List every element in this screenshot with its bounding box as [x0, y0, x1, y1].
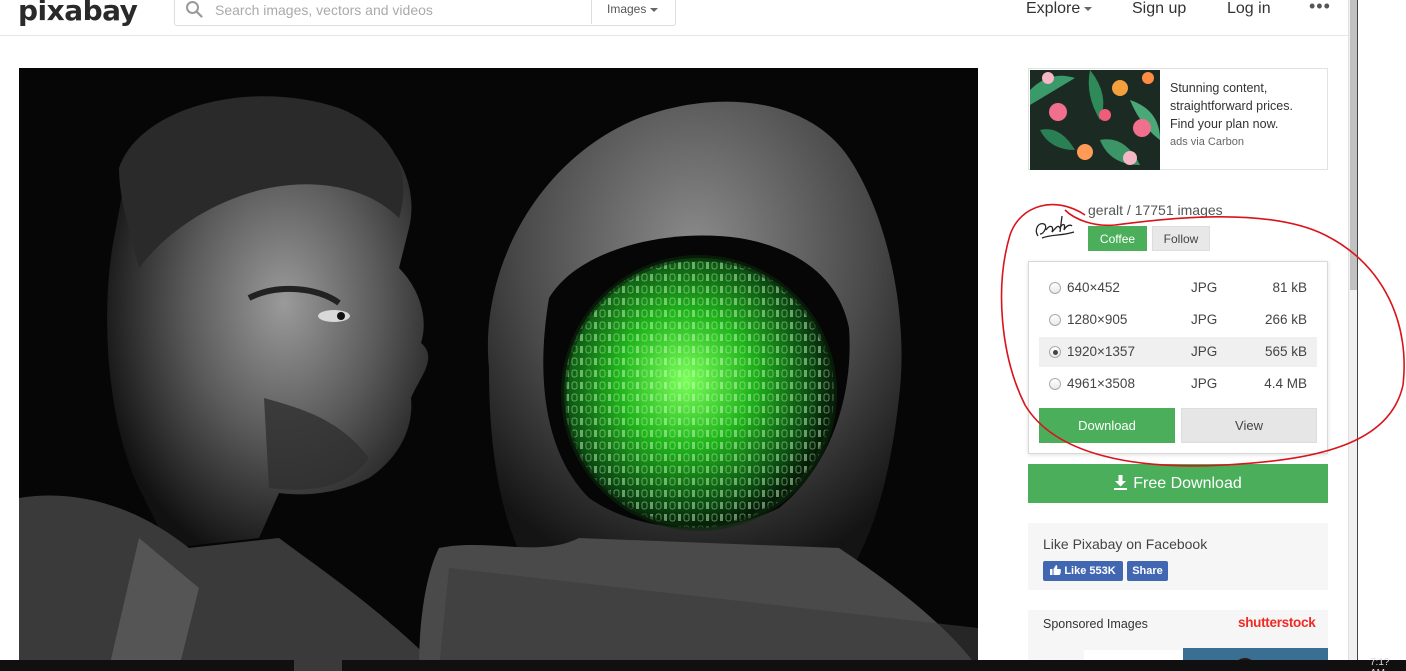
ad-text[interactable]: Stunning content, straightforward prices…: [1170, 79, 1320, 133]
main-image-illustration: [19, 68, 978, 668]
carbon-ad[interactable]: Stunning content, straightforward prices…: [1028, 68, 1328, 170]
facebook-like-button[interactable]: Like 553K: [1043, 561, 1123, 581]
coffee-button[interactable]: Coffee: [1088, 226, 1147, 251]
main-image[interactable]: [19, 68, 978, 668]
pixabay-logo[interactable]: pixabay: [18, 0, 138, 27]
taskbar-app-button[interactable]: [294, 660, 342, 671]
search-input[interactable]: [215, 0, 585, 21]
resolution-label: 1920×1357: [1067, 344, 1135, 359]
free-download-button[interactable]: Free Download: [1028, 464, 1328, 503]
download-button[interactable]: Download: [1039, 408, 1175, 443]
resolution-label: 4961×3508: [1067, 376, 1135, 391]
os-taskbar: 7:1? AM: [0, 657, 1406, 671]
shutterstock-logo[interactable]: shutterstock: [1238, 615, 1316, 630]
size-label: 81 kB: [1272, 280, 1307, 295]
resolution-label: 1280×905: [1067, 312, 1128, 327]
download-arrow-icon: [1114, 474, 1128, 490]
size-label: 266 kB: [1264, 312, 1307, 327]
resolution-radio[interactable]: [1049, 282, 1061, 294]
tropical-pattern-image: [1030, 70, 1160, 170]
size-label: 4.4 MB: [1264, 376, 1307, 391]
thumbs-up-icon: [1050, 565, 1062, 575]
user-info[interactable]: geralt / 17751 images: [1088, 202, 1223, 218]
download-panel: 640×452 JPG 81 kB 1280×905 JPG 266 kB 19…: [1028, 261, 1328, 454]
facebook-share-button[interactable]: Share: [1127, 561, 1168, 581]
follow-button[interactable]: Follow: [1152, 226, 1210, 251]
facebook-text: Like Pixabay on Facebook: [1043, 536, 1208, 552]
taskbar-clock: 7:1? AM: [1370, 657, 1390, 671]
download-option-row-selected[interactable]: 1920×1357 JPG 565 kB: [1039, 337, 1317, 367]
ad-via-link[interactable]: ads via Carbon: [1170, 136, 1244, 148]
nav-signup[interactable]: Sign up: [1132, 0, 1186, 18]
more-menu-icon[interactable]: •••: [1309, 0, 1331, 17]
free-download-label: Free Download: [1133, 474, 1242, 492]
nav-explore[interactable]: Explore: [1026, 0, 1093, 18]
nav-login[interactable]: Log in: [1227, 0, 1271, 18]
page: pixabay Images Explore Sign up Log in ••…: [0, 0, 1406, 671]
resolution-radio-selected[interactable]: [1049, 346, 1061, 358]
chevron-down-icon: [650, 7, 659, 12]
user-signature-avatar[interactable]: [1032, 210, 1076, 246]
size-label: 565 kB: [1264, 344, 1307, 359]
nav-explore-label: Explore: [1026, 0, 1081, 17]
sponsored-title: Sponsored Images: [1043, 617, 1148, 631]
facebook-box: Like Pixabay on Facebook Like 553K Share: [1028, 523, 1328, 590]
search-bar: Images: [174, 0, 676, 26]
view-button[interactable]: View: [1181, 408, 1317, 443]
resolution-radio[interactable]: [1049, 378, 1061, 390]
resolution-radio[interactable]: [1049, 314, 1061, 326]
chevron-down-icon: [1084, 6, 1093, 11]
search-type-dropdown[interactable]: Images: [591, 0, 677, 24]
format-label: JPG: [1191, 376, 1218, 391]
resolution-label: 640×452: [1067, 280, 1120, 295]
download-option-row[interactable]: 640×452 JPG 81 kB: [1039, 273, 1317, 303]
ad-image[interactable]: [1030, 70, 1160, 170]
header: pixabay Images Explore Sign up Log in ••…: [0, 0, 1348, 36]
format-label: JPG: [1191, 280, 1218, 295]
facebook-like-label: Like 553K: [1064, 565, 1116, 577]
download-option-row[interactable]: 4961×3508 JPG 4.4 MB: [1039, 369, 1317, 399]
format-label: JPG: [1191, 312, 1218, 327]
search-type-label: Images: [607, 2, 647, 16]
format-label: JPG: [1191, 344, 1218, 359]
download-option-row[interactable]: 1280×905 JPG 266 kB: [1039, 305, 1317, 335]
window-divider: [1357, 0, 1358, 660]
search-icon[interactable]: [185, 0, 203, 18]
